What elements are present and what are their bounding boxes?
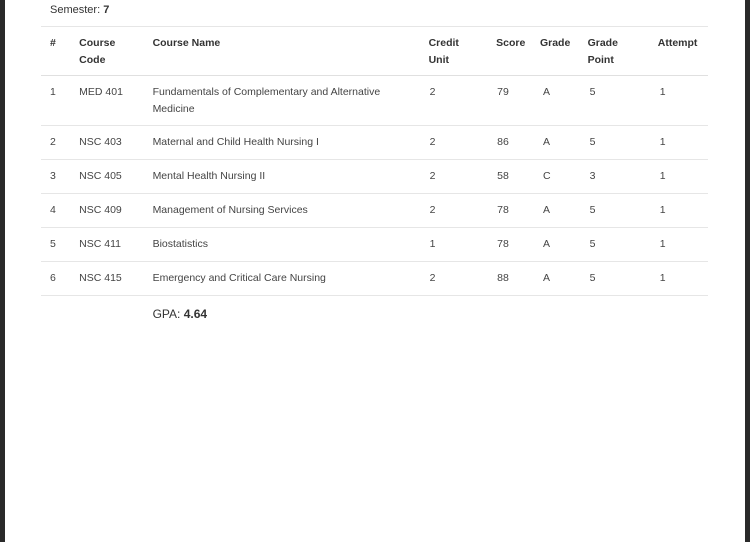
row-attempt: 1 <box>657 193 708 228</box>
row-course-code: NSC 409 <box>79 193 153 228</box>
gpa-summary: GPA: 4.64 <box>153 296 429 331</box>
row-credit-unit: 2 <box>428 75 497 126</box>
row-course-name: Biostatistics <box>152 227 429 262</box>
row-grade: A <box>539 227 588 262</box>
table-row: 5 NSC 411 Biostatistics 1 78 A 5 1 <box>41 227 708 262</box>
semester-label: Semester: <box>50 4 101 16</box>
row-score: 88 <box>496 261 540 296</box>
header-course-code: Course Code <box>79 26 153 76</box>
header-course-name: Course Name <box>152 26 429 76</box>
row-course-code: MED 401 <box>79 75 153 126</box>
row-course-name: Management of Nursing Services <box>152 193 429 228</box>
row-grade-point: 5 <box>587 125 658 160</box>
row-grade-point: 5 <box>587 227 658 262</box>
row-number: 1 <box>41 75 80 126</box>
table-row: 1 MED 401 Fundamentals of Complementary … <box>41 75 708 126</box>
row-number: 5 <box>41 227 80 262</box>
header-score: Score <box>496 26 540 76</box>
table-row: 2 NSC 403 Maternal and Child Health Nurs… <box>41 125 708 160</box>
row-course-code: NSC 415 <box>79 261 153 296</box>
row-score: 86 <box>496 125 540 160</box>
semester-value: 7 <box>103 4 110 16</box>
header-course-code-text: Course Code <box>79 37 116 66</box>
row-course-code: NSC 403 <box>79 125 153 160</box>
gpa-value: 4.64 <box>183 307 208 321</box>
row-credit-unit: 1 <box>428 227 497 262</box>
row-credit-unit: 2 <box>428 159 497 194</box>
row-course-code: NSC 411 <box>79 227 153 262</box>
row-attempt: 1 <box>657 75 708 126</box>
row-number: 2 <box>41 125 80 160</box>
row-credit-unit: 2 <box>428 261 497 296</box>
row-credit-unit: 2 <box>428 125 497 160</box>
gpa-row: GPA: 4.64 <box>41 296 708 331</box>
header-grade-point: Grade Point <box>587 26 658 76</box>
row-grade-point: 5 <box>587 75 658 126</box>
row-attempt: 1 <box>657 227 708 262</box>
row-attempt: 1 <box>657 159 708 194</box>
row-credit-unit: 2 <box>428 193 497 228</box>
row-grade: A <box>539 261 588 296</box>
table-row: 3 NSC 405 Mental Health Nursing II 2 58 … <box>41 159 708 194</box>
row-score: 78 <box>496 193 540 228</box>
header-credit-unit-text: Credit Unit <box>428 37 459 66</box>
row-course-name: Emergency and Critical Care Nursing <box>152 261 429 296</box>
row-grade: A <box>539 125 588 160</box>
table-row: 6 NSC 415 Emergency and Critical Care Nu… <box>41 261 708 296</box>
row-course-name: Maternal and Child Health Nursing I <box>152 125 429 160</box>
header-number: # <box>41 26 80 76</box>
row-score: 58 <box>496 159 540 194</box>
row-course-code: NSC 405 <box>79 159 153 194</box>
row-score: 79 <box>496 75 540 126</box>
row-attempt: 1 <box>657 261 708 296</box>
header-grade-point-text: Grade Point <box>587 37 618 66</box>
gpa-label: GPA: <box>152 307 181 321</box>
row-number: 3 <box>41 159 80 194</box>
row-course-name: Mental Health Nursing II <box>152 159 429 194</box>
row-grade-point: 5 <box>587 193 658 228</box>
row-number: 4 <box>41 193 80 228</box>
header-credit-unit: Credit Unit <box>428 26 497 76</box>
result-sheet: Semester: 7 # Course Code Course Name Cr… <box>5 0 745 542</box>
row-number: 6 <box>41 261 80 296</box>
row-grade: A <box>539 75 588 126</box>
row-score: 78 <box>496 227 540 262</box>
table-row: 4 NSC 409 Management of Nursing Services… <box>41 193 708 228</box>
header-grade: Grade <box>539 26 588 76</box>
header-attempt: Attempt <box>657 26 708 76</box>
row-grade: A <box>539 193 588 228</box>
row-grade-point: 3 <box>587 159 658 194</box>
row-attempt: 1 <box>657 125 708 160</box>
row-grade: C <box>539 159 588 194</box>
table-header-row: # Course Code Course Name Credit Unit Sc… <box>41 26 708 76</box>
row-course-name: Fundamentals of Complementary and Altern… <box>152 75 429 126</box>
row-grade-point: 5 <box>587 261 658 296</box>
semester-line: Semester: 7 <box>50 4 109 16</box>
results-table: # Course Code Course Name Credit Unit Sc… <box>41 26 708 330</box>
